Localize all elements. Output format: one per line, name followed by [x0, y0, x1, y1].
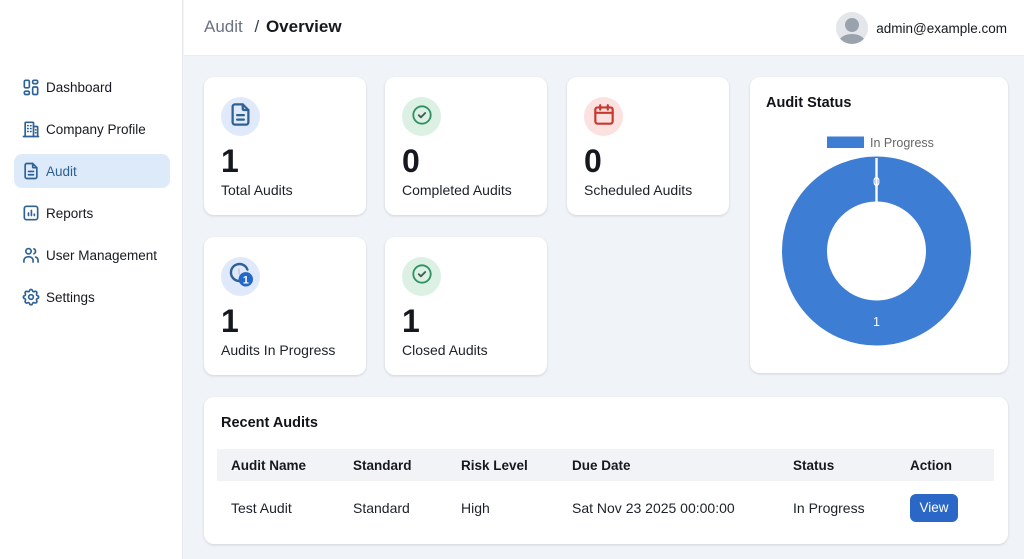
svg-text:0: 0: [873, 175, 880, 189]
svg-text:In Progress: In Progress: [870, 136, 934, 150]
svg-text:1: 1: [873, 315, 880, 329]
svg-text:1: 1: [243, 274, 249, 286]
